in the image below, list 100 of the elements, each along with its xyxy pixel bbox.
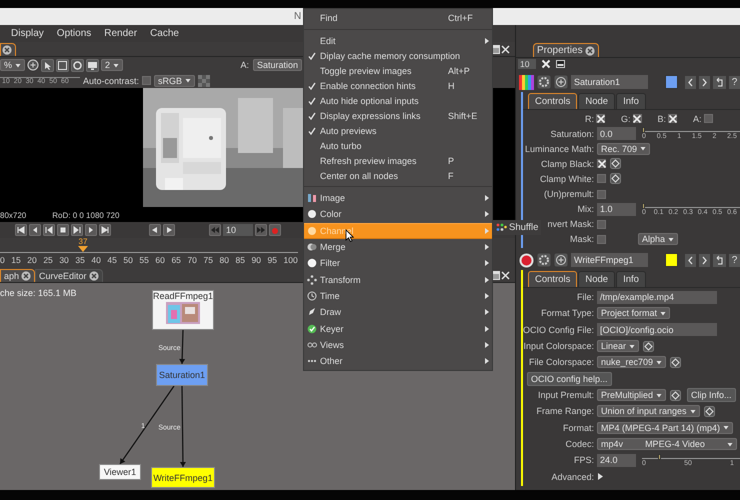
previous-frame-icon[interactable]: [29, 224, 41, 236]
codec-dropdown[interactable]: mp4v MPEG-4 Video: [597, 438, 737, 450]
frame-icon[interactable]: [57, 60, 68, 70]
keyframe-button[interactable]: [670, 390, 682, 401]
menu-bar-item[interactable]: Cache: [150, 28, 179, 39]
menu-item[interactable]: Keyer: [304, 320, 492, 337]
input-dropdown[interactable]: Saturation: [252, 59, 302, 71]
tab[interactable]: Info: [616, 93, 646, 109]
checkbox[interactable]: [668, 114, 678, 124]
undo-icon[interactable]: [713, 76, 726, 88]
dropdown[interactable]: Alpha: [638, 233, 678, 246]
dropdown[interactable]: PreMultiplied: [597, 389, 666, 402]
play-backward-icon[interactable]: [43, 224, 55, 236]
menu-item[interactable]: Display expressions links Shift+E: [304, 108, 492, 123]
checkbox[interactable]: [597, 190, 606, 199]
node-name-field[interactable]: Saturation1: [571, 75, 648, 89]
last-frame-icon[interactable]: [99, 224, 111, 236]
tab[interactable]: Controls: [528, 93, 578, 109]
clear-icon[interactable]: [541, 59, 551, 69]
colorspace-dropdown[interactable]: sRGB: [154, 74, 196, 86]
stop-icon[interactable]: [57, 224, 69, 236]
checkbox[interactable]: [597, 220, 606, 229]
keyframe-button[interactable]: [670, 356, 682, 368]
next-icon[interactable]: [699, 76, 710, 88]
submenu-item[interactable]: Shuffle: [493, 220, 542, 235]
tab[interactable]: Node: [578, 271, 616, 287]
close-icon[interactable]: [21, 271, 32, 281]
undo-icon[interactable]: [713, 254, 726, 266]
checkbox[interactable]: [704, 114, 713, 124]
close-icon[interactable]: [584, 46, 595, 56]
dropdown[interactable]: MP4 (MPEG-4 Part 14) (mp4): [597, 422, 734, 434]
slider-thumb[interactable]: [658, 454, 662, 460]
tab[interactable]: Info: [616, 271, 646, 287]
menu-item[interactable]: Auto previews: [304, 123, 492, 138]
help-button[interactable]: ?: [729, 76, 740, 88]
menu-item[interactable]: Image: [304, 190, 492, 206]
dropdown[interactable]: Project format: [597, 307, 670, 320]
step-back-icon[interactable]: [209, 224, 221, 236]
tab[interactable]: Node: [578, 93, 616, 109]
previous-icon[interactable]: [685, 254, 696, 266]
dropdown[interactable]: Linear: [597, 340, 640, 352]
dropdown[interactable]: Rec. 709: [597, 142, 650, 155]
previous-keyframe-icon[interactable]: [149, 224, 161, 236]
menu-item[interactable]: Transform: [304, 271, 492, 288]
settings-icon[interactable]: [537, 75, 551, 89]
minimize-icon[interactable]: [556, 60, 565, 68]
menu-item[interactable]: Draw: [304, 304, 492, 320]
keyframe-button[interactable]: [610, 158, 621, 170]
tab[interactable]: Controls: [528, 271, 578, 287]
menu-item[interactable]: Merge: [304, 238, 492, 256]
zoom-in-icon[interactable]: [27, 59, 40, 71]
menu-item[interactable]: Views: [304, 336, 492, 353]
value-field[interactable]: 1.0: [597, 202, 636, 216]
zoom-dropdown[interactable]: %: [0, 59, 26, 71]
checkbox[interactable]: [596, 114, 605, 124]
menu-item[interactable]: Auto turbo: [304, 138, 492, 153]
menu-item[interactable]: Filter: [304, 255, 492, 272]
tab[interactable]: Properties: [533, 43, 599, 57]
monitor-icon[interactable]: [87, 60, 98, 70]
color-wheel-icon[interactable]: [519, 74, 534, 90]
settings-icon[interactable]: [537, 253, 551, 267]
tab[interactable]: aph: [0, 269, 36, 282]
menu-item[interactable]: Find Ctrl+F: [304, 10, 492, 26]
keyframe-button[interactable]: [643, 340, 654, 352]
text-field[interactable]: [OCIO]/config.ocio: [597, 323, 717, 336]
play-icon[interactable]: [71, 224, 83, 236]
menu-item[interactable]: Enable connection hints H: [304, 78, 492, 93]
max-panels-field[interactable]: 10: [518, 59, 536, 69]
graph-node[interactable]: WriteFFmpeg1: [151, 467, 215, 488]
node-color-swatch[interactable]: [665, 253, 678, 267]
menu-item[interactable]: Refresh preview images P: [304, 153, 492, 168]
value-field[interactable]: 24.0: [597, 454, 636, 467]
tab[interactable]: CurveEditor: [35, 269, 103, 282]
menu-bar-item[interactable]: Render: [104, 28, 138, 39]
checkbox[interactable]: [597, 234, 606, 244]
value-field[interactable]: 0.0: [597, 127, 636, 140]
add-icon[interactable]: [554, 75, 568, 89]
next-icon[interactable]: [699, 254, 710, 266]
menu-item[interactable]: Auto hide optional inputs: [304, 93, 492, 108]
clip-info-button[interactable]: Clip Info...: [687, 388, 736, 402]
node-name-field[interactable]: WriteFFmpeg1: [571, 253, 648, 267]
menu-item[interactable]: Diplay cache memory consumption: [304, 48, 492, 63]
close-icon[interactable]: [88, 271, 99, 281]
menu-item[interactable]: Other: [304, 352, 492, 370]
help-button[interactable]: OCIO config help...: [527, 372, 612, 386]
menu-item[interactable]: Color: [304, 206, 492, 223]
menu-bar-item[interactable]: Options: [56, 28, 92, 39]
menu-item[interactable]: Edit: [304, 33, 492, 48]
slider-thumb[interactable]: [642, 202, 645, 209]
text-field[interactable]: /tmp/example.mp4: [597, 290, 717, 304]
close-icon[interactable]: [501, 45, 510, 54]
dropdown[interactable]: nuke_rec709: [597, 356, 666, 368]
graph-node[interactable]: Viewer1: [99, 464, 141, 480]
auto-contrast-checkbox[interactable]: [142, 76, 152, 85]
menu-item[interactable]: Time: [304, 288, 492, 304]
keyframe-button[interactable]: [704, 406, 715, 417]
graph-node[interactable]: ReadFFmpeg1: [152, 290, 214, 330]
first-frame-icon[interactable]: [15, 224, 27, 236]
menu-bar-item[interactable]: Display: [11, 28, 44, 39]
node-color-swatch[interactable]: [665, 75, 678, 89]
